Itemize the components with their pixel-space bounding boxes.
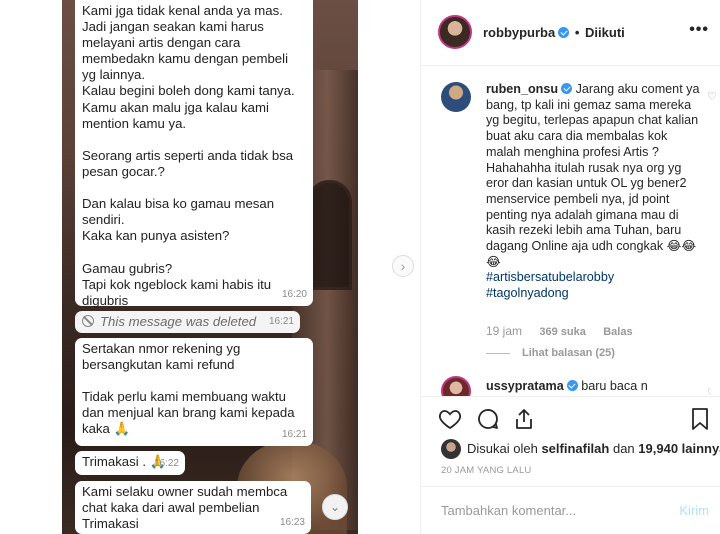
comment-username[interactable]: ussypratama (486, 379, 564, 393)
comment-likes[interactable]: 369 suka (539, 326, 585, 338)
chat-message: Kami selaku owner sudah membca chat kaka… (75, 481, 311, 534)
chat-message-text: Kami jga tidak kenal anda ya mas. Jadi j… (82, 3, 295, 308)
reply-button[interactable]: Balas (603, 326, 632, 338)
add-comment-bar: Kirim (421, 486, 720, 534)
chat-message-text: This message was deleted (100, 314, 257, 329)
post-comment-button[interactable]: Kirim (679, 503, 709, 518)
comment-time: 19 jam (486, 324, 523, 338)
post-image: Kami jga tidak kenal anda ya mas. Jadi j… (0, 0, 420, 534)
comment-body: ruben_onsu Jarang aku coment ya bang, tp… (486, 82, 701, 302)
post-sidebar: robbypurba • Diikuti ••• ruben_onsu Jara… (420, 0, 720, 534)
chat-message-time: 16:21 (268, 315, 294, 327)
chat-screenshot: Kami jga tidak kenal anda ya mas. Jadi j… (62, 0, 358, 534)
chat-message-text: Sertakan nmor rekening yg bersangkutan k… (82, 341, 295, 437)
avatar[interactable] (441, 439, 461, 459)
share-icon[interactable] (512, 407, 536, 431)
comment-icon[interactable] (476, 407, 500, 431)
liked-by: Disukai oleh selfinafilah dan 19,940 lai… (441, 439, 720, 459)
comment-body: ussypratama baru baca n (486, 379, 648, 393)
chat-message-time: 16:20 (281, 288, 307, 300)
comment-username[interactable]: ruben_onsu (486, 82, 558, 96)
ban-icon (82, 315, 94, 327)
comment-meta: 19 jam 369 suka Balas (486, 324, 647, 338)
chat-message: Sertakan nmor rekening yg bersangkutan k… (75, 338, 313, 446)
chat-message-text: Kami selaku owner sudah membca chat kaka… (82, 484, 288, 532)
chevron-right-icon[interactable]: › (392, 255, 414, 277)
view-replies-button[interactable]: Lihat balasan (25) (486, 347, 615, 359)
chevron-down-icon: ⌄ (322, 494, 348, 520)
chat-message-time: 16:23 (279, 516, 305, 528)
avatar[interactable] (441, 376, 471, 396)
liked-by-count[interactable]: 19,940 lainnya (638, 441, 720, 456)
separator-dot: • (574, 25, 580, 40)
chat-message-time: 16:21 (281, 428, 307, 440)
background-window (307, 180, 352, 290)
liked-by-prefix: Disukai oleh (467, 441, 542, 456)
more-options-icon[interactable]: ••• (689, 21, 709, 39)
heart-icon[interactable]: ♡ (707, 90, 717, 103)
follow-status[interactable]: Diikuti (585, 25, 625, 40)
chat-message: Kami jga tidak kenal anda ya mas. Jadi j… (75, 0, 313, 308)
chat-message-deleted: This message was deleted 16:21 (75, 311, 300, 333)
comment-text: Jarang aku coment ya bang, tp kali ini g… (486, 82, 700, 269)
comment: ussypratama baru baca n ♡ (441, 376, 711, 396)
verified-icon (561, 83, 573, 94)
hashtag-link[interactable]: #tagolnyadong (486, 286, 701, 302)
comment-input[interactable] (441, 503, 661, 518)
hashtag-link[interactable]: #artisbersatubelarobby (486, 270, 701, 286)
chat-message-time: 16:22 (153, 457, 179, 469)
avatar[interactable] (441, 82, 471, 112)
bookmark-icon[interactable] (688, 407, 712, 431)
heart-icon[interactable] (438, 407, 462, 431)
author-username[interactable]: robbypurba (483, 25, 555, 40)
comment-text: baru baca n (581, 379, 648, 393)
post-time: 20 JAM YANG LALU (441, 465, 532, 476)
heart-icon[interactable]: ♡ (707, 386, 711, 396)
verified-icon (558, 27, 570, 38)
chat-message: Trimakasi . 🙏 16:22 (75, 451, 185, 475)
post-header: robbypurba • Diikuti ••• (421, 0, 720, 66)
liked-by-conj: dan (609, 441, 639, 456)
liked-by-user[interactable]: selfinafilah (541, 441, 609, 456)
avatar[interactable] (438, 15, 472, 49)
verified-icon (566, 380, 578, 391)
instagram-post-view: Kami jga tidak kenal anda ya mas. Jadi j… (0, 0, 720, 534)
